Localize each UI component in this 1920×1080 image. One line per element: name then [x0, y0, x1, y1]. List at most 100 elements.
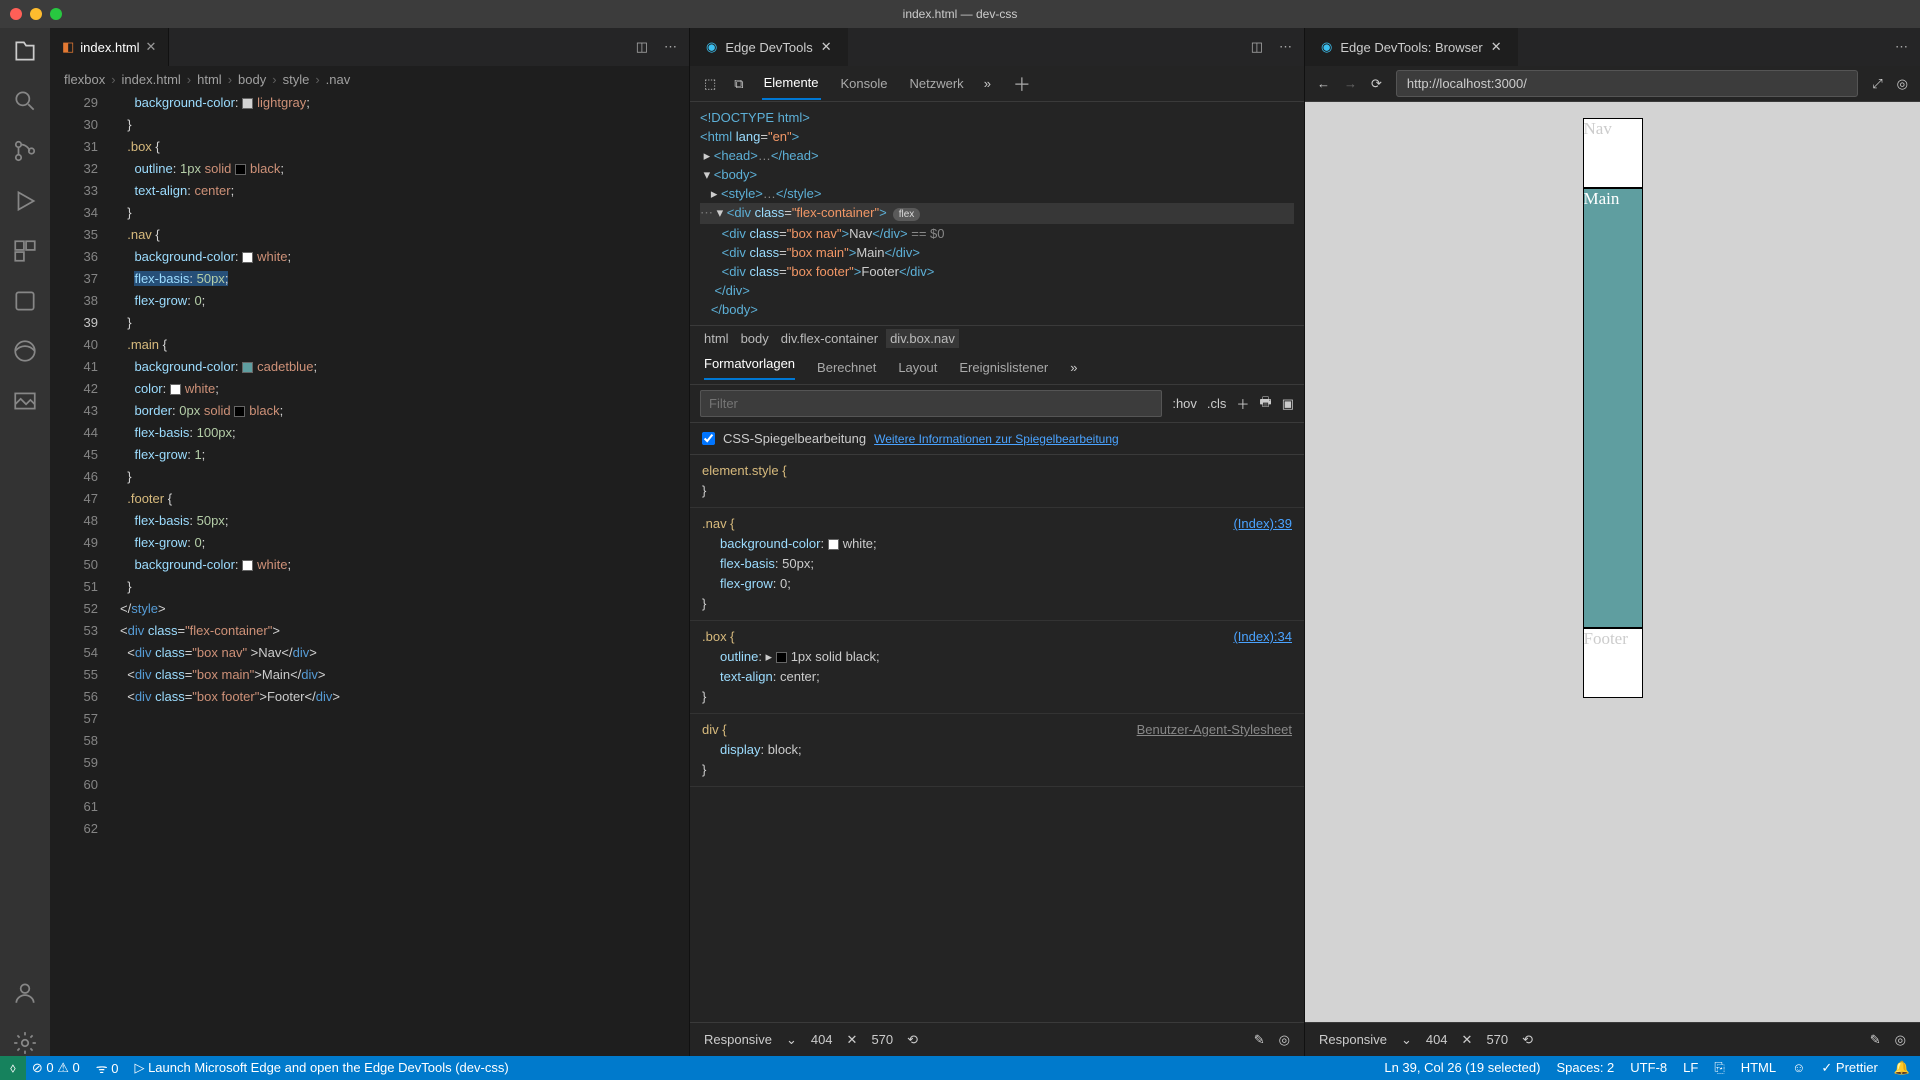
cursor-position[interactable]: Ln 39, Col 26 (19 selected) — [1384, 1060, 1540, 1076]
mirror-link[interactable]: Weitere Informationen zur Spiegelbearbei… — [874, 432, 1119, 446]
window-controls — [10, 8, 62, 20]
edge-browser-icon[interactable] — [12, 338, 38, 364]
browser-pane: ◉ Edge DevTools: Browser ✕ ⋯ ← → ⟳ http:… — [1305, 28, 1920, 1056]
close-icon[interactable]: ✕ — [1491, 39, 1502, 55]
split-editor-icon[interactable]: ◫ — [636, 39, 648, 55]
titlebar: index.html — dev-css — [0, 0, 1920, 28]
more-icon[interactable]: ⋯ — [1895, 39, 1908, 55]
language-status[interactable]: HTML — [1741, 1060, 1776, 1076]
target-icon[interactable]: ◎ — [1895, 1032, 1906, 1048]
box-model-icon[interactable]: ▣ — [1282, 396, 1294, 412]
indent-status[interactable]: Spaces: 2 — [1556, 1060, 1614, 1076]
browser-tab[interactable]: ◉ Edge DevTools: Browser ✕ — [1305, 28, 1518, 66]
forward-icon[interactable]: → — [1344, 76, 1357, 91]
breadcrumb[interactable]: flexbox›index.html›html›body›style›.nav — [50, 66, 689, 92]
add-panel-icon[interactable]: ＋ — [1013, 71, 1031, 97]
sim-main: Main — [1583, 188, 1643, 628]
styles-tabs: Formatvorlagen Berechnet Layout Ereignis… — [690, 351, 1304, 385]
extensions-icon[interactable] — [12, 238, 38, 264]
explorer-icon[interactable] — [12, 38, 38, 64]
device-toggle-icon[interactable]: ⧉ — [734, 76, 743, 92]
styles-tab-formatvorlagen[interactable]: Formatvorlagen — [704, 356, 795, 380]
close-icon[interactable]: ✕ — [146, 39, 157, 55]
close-window-button[interactable] — [10, 8, 22, 20]
window-title: index.html — dev-css — [903, 7, 1018, 21]
more-icon[interactable]: » — [1070, 360, 1077, 375]
search-icon[interactable] — [12, 88, 38, 114]
account-icon[interactable] — [12, 980, 38, 1006]
reload-icon[interactable]: ⟳ — [1371, 76, 1382, 92]
edge-icon: ◉ — [706, 39, 717, 55]
status-bar: ⬨ ⊘ 0 ⚠ 0 ᯤ 0 ▷ Launch Microsoft Edge an… — [0, 1056, 1920, 1080]
device-height[interactable]: 570 — [871, 1032, 893, 1047]
mirror-checkbox[interactable] — [702, 432, 715, 445]
new-rule-icon[interactable]: ＋ — [1236, 394, 1249, 413]
device-width[interactable]: 404 — [811, 1032, 833, 1047]
minimize-window-button[interactable] — [30, 8, 42, 20]
panel-tab-netzwerk[interactable]: Netzwerk — [908, 68, 966, 99]
close-icon[interactable]: ✕ — [821, 39, 832, 55]
device-height[interactable]: 570 — [1486, 1032, 1508, 1047]
edge-tools-icon[interactable] — [12, 288, 38, 314]
eol-status[interactable]: LF — [1683, 1060, 1698, 1076]
url-bar[interactable]: http://localhost:3000/ — [1396, 70, 1858, 97]
zoom-window-button[interactable] — [50, 8, 62, 20]
editor-tab[interactable]: ◧ index.html ✕ — [50, 28, 169, 66]
device-mode[interactable]: Responsive — [1319, 1032, 1387, 1047]
back-icon[interactable]: ← — [1317, 76, 1330, 91]
browser-viewport[interactable]: Nav Main Footer — [1305, 102, 1920, 1022]
devtools-tab[interactable]: ◉ Edge DevTools ✕ — [690, 28, 848, 66]
more-panels-icon[interactable]: » — [984, 76, 991, 91]
gallery-icon[interactable] — [12, 388, 38, 414]
cls-toggle[interactable]: .cls — [1207, 396, 1227, 411]
sim-footer: Footer — [1583, 628, 1643, 698]
split-editor-icon[interactable]: ◫ — [1251, 39, 1263, 55]
prettier-status[interactable]: ✓ Prettier — [1821, 1060, 1877, 1076]
browser-toolbar: ← → ⟳ http://localhost:3000/ ⤢ ◎ — [1305, 66, 1920, 102]
styles-filter-input[interactable] — [700, 390, 1162, 417]
smiley-icon[interactable]: ☺ — [1792, 1060, 1805, 1076]
panel-tab-konsole[interactable]: Konsole — [839, 68, 890, 99]
wand-icon[interactable]: ✎ — [1870, 1032, 1881, 1048]
panel-tab-elemente[interactable]: Elemente — [762, 67, 821, 100]
devtools-pane: ◉ Edge DevTools ✕ ◫ ⋯ ⬚ ⧉ Elemente Konsol… — [690, 28, 1305, 1056]
styles-tab-ereignislistener[interactable]: Ereignislistener — [959, 360, 1048, 375]
styles-tab-berechnet[interactable]: Berechnet — [817, 360, 876, 375]
run-debug-icon[interactable] — [12, 188, 38, 214]
more-icon[interactable]: ⋯ — [664, 39, 677, 55]
port-forward[interactable]: ᯤ 0 — [96, 1059, 119, 1077]
expand-icon[interactable]: ⤢ — [1872, 76, 1882, 92]
sim-nav: Nav — [1583, 118, 1643, 188]
chevron-down-icon[interactable]: ⌄ — [1401, 1032, 1412, 1048]
styles-toolbar: :hov .cls ＋ 🖶 ▣ — [690, 385, 1304, 423]
rotate-icon[interactable]: ⟲ — [907, 1032, 918, 1048]
dom-breadcrumb[interactable]: htmlbodydiv.flex-containerdiv.box.nav — [690, 325, 1304, 351]
launch-task[interactable]: ▷ Launch Microsoft Edge and open the Edg… — [134, 1060, 508, 1076]
rotate-icon[interactable]: ⟲ — [1522, 1032, 1533, 1048]
encoding-status[interactable]: UTF-8 — [1630, 1060, 1667, 1076]
remote-indicator[interactable]: ⬨ — [0, 1056, 26, 1080]
styles-tab-layout[interactable]: Layout — [898, 360, 937, 375]
bell-icon[interactable]: 🔔 — [1894, 1060, 1910, 1076]
settings-icon[interactable] — [12, 1030, 38, 1056]
wand-icon[interactable]: ✎ — [1254, 1032, 1265, 1048]
code-editor[interactable]: 2930313233343536373839404142434445464748… — [50, 92, 689, 1056]
print-icon[interactable]: 🖶 — [1259, 393, 1271, 415]
close-icon[interactable]: ✕ — [1462, 1032, 1473, 1048]
style-rules[interactable]: element.style {}.nav {(Index):39backgrou… — [690, 455, 1304, 1022]
edge-icon: ◉ — [1321, 39, 1332, 55]
hov-toggle[interactable]: :hov — [1172, 396, 1197, 411]
more-icon[interactable]: ⋯ — [1279, 39, 1292, 55]
target-icon[interactable]: ◎ — [1897, 76, 1908, 92]
port-icon[interactable]: ⎘ — [1714, 1060, 1724, 1076]
close-icon[interactable]: ✕ — [847, 1032, 858, 1048]
dom-tree[interactable]: <!DOCTYPE html> <html lang="en"> ▸ <head… — [690, 102, 1304, 325]
device-width[interactable]: 404 — [1426, 1032, 1448, 1047]
source-control-icon[interactable] — [12, 138, 38, 164]
mirror-label: CSS-Spiegelbearbeitung — [723, 431, 866, 446]
errors-count[interactable]: ⊘ 0 ⚠ 0 — [32, 1060, 80, 1076]
inspect-icon[interactable]: ⬚ — [704, 76, 716, 92]
target-icon[interactable]: ◎ — [1279, 1032, 1290, 1048]
device-mode[interactable]: Responsive — [704, 1032, 772, 1047]
chevron-down-icon[interactable]: ⌄ — [786, 1032, 797, 1048]
